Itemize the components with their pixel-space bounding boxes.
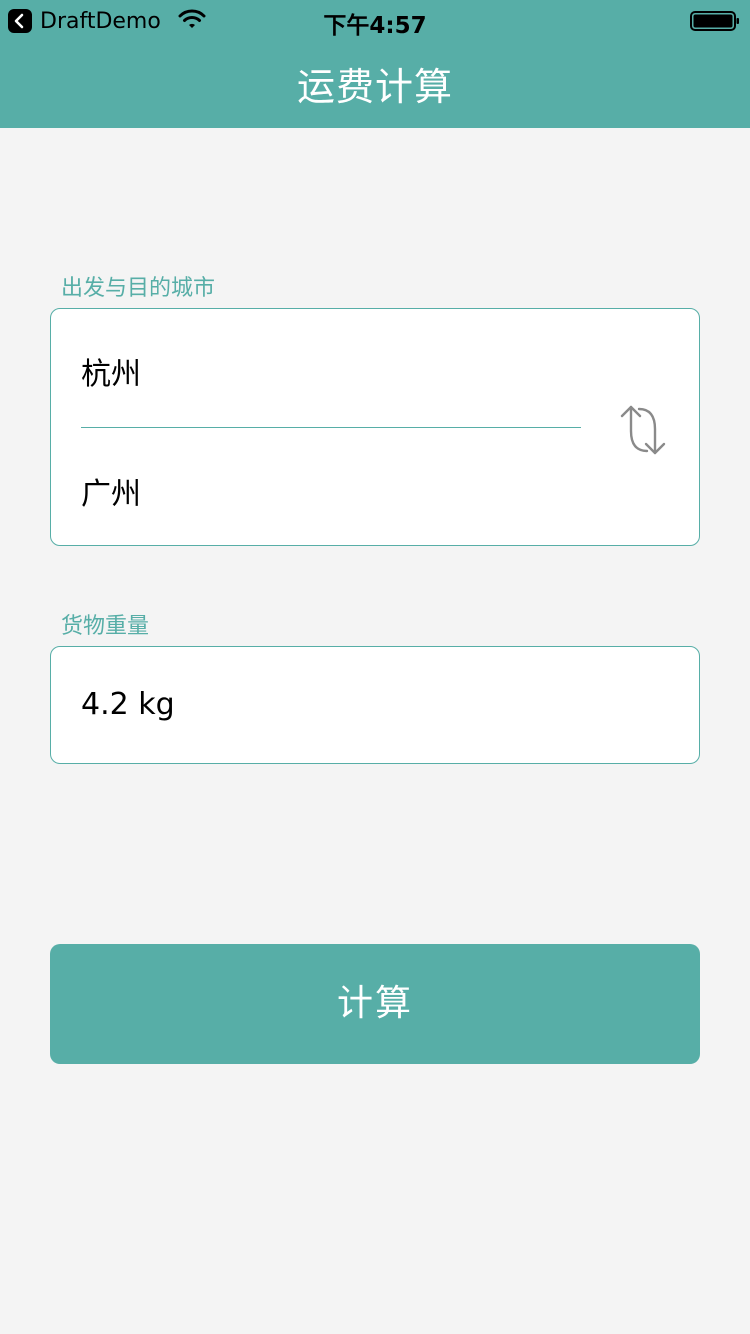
page-title: 运费计算 (296, 65, 453, 109)
cities-card: 杭州 广州 (50, 308, 700, 546)
status-time: 下午4:57 (323, 13, 427, 39)
city-divider (81, 427, 581, 428)
destination-city-field[interactable]: 广州 (81, 469, 141, 513)
nav-header: DraftDemo 下午4:57 运费计算 (0, 0, 750, 128)
cities-section-label: 出发与目的城市 (61, 276, 216, 301)
status-bar: DraftDemo 下午4:57 (0, 0, 750, 40)
weight-input[interactable]: 4.2 kg (81, 687, 175, 722)
swap-arrows-icon (620, 405, 666, 455)
origin-city-field[interactable]: 杭州 (81, 349, 141, 393)
battery-icon (690, 10, 740, 32)
weight-section-label: 货物重量 (61, 614, 150, 639)
swap-cities-button[interactable] (609, 395, 673, 459)
calculate-button[interactable]: 计算 (50, 944, 700, 1064)
weight-card: 4.2 kg (50, 646, 700, 764)
